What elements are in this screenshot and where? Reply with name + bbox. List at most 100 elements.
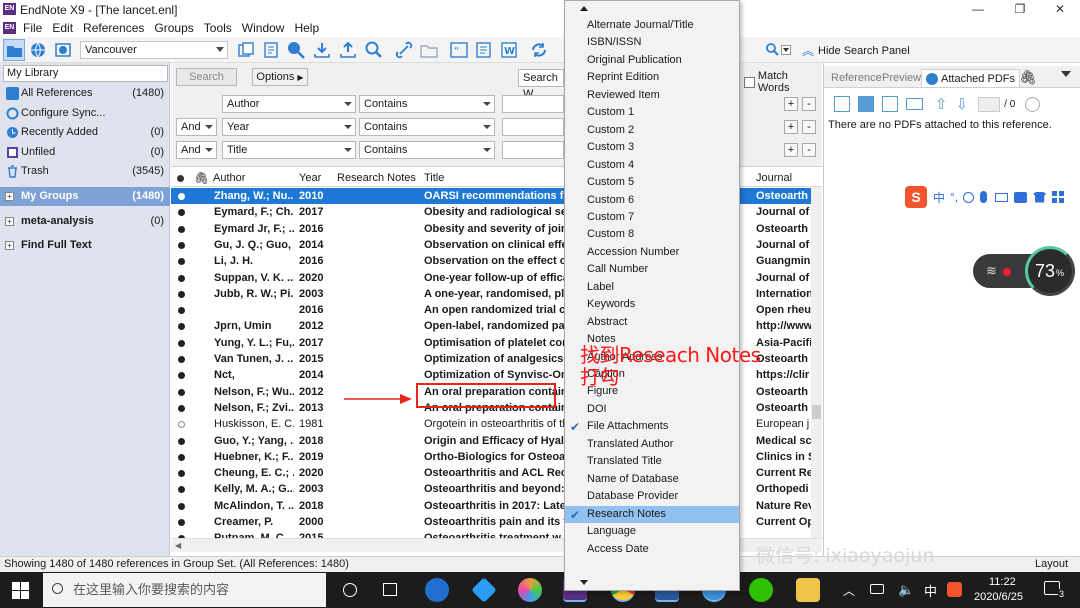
menu-item-name-of-database[interactable]: Name of Database [565, 471, 739, 489]
scrollbar-thumb[interactable] [812, 405, 821, 419]
layout-button[interactable]: Layout [1035, 557, 1068, 572]
menu-item-database-provider[interactable]: Database Provider [565, 488, 739, 506]
menu-item-translated-title[interactable]: Translated Title [565, 453, 739, 471]
menu-item-alternate-journal-title[interactable]: Alternate Journal/Title [565, 17, 739, 35]
print-icon[interactable] [882, 96, 898, 112]
menu-item-translated-author[interactable]: Translated Author [565, 436, 739, 454]
output-style-select[interactable]: Vancouver [80, 41, 228, 59]
column-research-notes[interactable]: Research Notes [337, 170, 416, 187]
arrow-up-icon[interactable]: ⇧ [935, 95, 948, 113]
menu-item-custom-1[interactable]: Custom 1 [565, 104, 739, 122]
search-field-select-3[interactable]: Title [222, 141, 356, 159]
menu-help[interactable]: Help [289, 19, 324, 37]
expand-icon[interactable]: + [5, 217, 14, 226]
color-app-icon[interactable] [518, 578, 542, 602]
menu-item-isbn-issn[interactable]: ISBN/ISSN [565, 34, 739, 52]
group-set-my-groups[interactable]: + My Groups (1480) [0, 187, 170, 206]
menu-item-original-publication[interactable]: Original Publication [565, 52, 739, 70]
local-library-mode-button[interactable] [3, 39, 25, 61]
menu-window[interactable]: Window [237, 19, 290, 37]
group-set-find-full-text[interactable]: + Find Full Text [0, 236, 170, 255]
word-icon[interactable]: W [499, 40, 519, 60]
insert-citation-icon[interactable]: “ [449, 40, 469, 60]
ime-lang-toggle[interactable]: 中 [933, 189, 945, 206]
menu-edit[interactable]: Edit [47, 19, 78, 37]
expand-icon[interactable]: + [5, 192, 14, 201]
scroll-down-icon[interactable] [580, 580, 588, 585]
match-words-checkbox[interactable] [744, 76, 755, 88]
sogou-logo-icon[interactable]: S [905, 186, 927, 208]
menu-item-language[interactable]: Language [565, 523, 739, 541]
column-title[interactable]: Title [424, 170, 444, 187]
windows-start-icon[interactable] [12, 582, 29, 599]
integrated-library-icon[interactable] [53, 40, 73, 60]
remove-row-button-3[interactable]: - [802, 143, 816, 157]
open-pdf-icon[interactable] [834, 96, 850, 112]
search-field-select-1[interactable]: Author [222, 95, 356, 113]
menu-item-access-date[interactable]: Access Date [565, 541, 739, 559]
tab-preview[interactable]: Preview [882, 69, 921, 87]
search-term-input-2[interactable] [502, 118, 564, 136]
keyboard-icon[interactable] [995, 192, 1009, 202]
open-link-icon[interactable] [394, 40, 414, 60]
paperclip-column-icon[interactable]: 🖇 [194, 170, 209, 187]
online-search-icon[interactable] [286, 40, 306, 60]
menu-file[interactable]: File [18, 19, 47, 37]
panel-menu-icon[interactable] [1061, 71, 1071, 77]
menu-item-custom-8[interactable]: Custom 8 [565, 226, 739, 244]
ime-punctuation-toggle[interactable]: °, [950, 190, 958, 204]
open-file-icon[interactable] [419, 40, 439, 60]
format-bibliography-icon[interactable] [474, 40, 494, 60]
online-search-mode-icon[interactable] [28, 40, 48, 60]
quick-search-icon[interactable] [765, 40, 779, 60]
group-recently-added[interactable]: Recently Added (0) [0, 123, 170, 142]
add-row-button-1[interactable]: + [784, 97, 798, 111]
bool-select-3[interactable]: And [176, 141, 217, 159]
menu-item-reviewed-item[interactable]: Reviewed Item [565, 87, 739, 105]
scroll-left-icon[interactable]: ◀ [175, 541, 181, 550]
file-explorer-icon[interactable] [796, 578, 820, 602]
menu-item-custom-6[interactable]: Custom 6 [565, 192, 739, 210]
volume-icon[interactable]: 🔈 [898, 582, 914, 598]
search-term-input-1[interactable] [502, 95, 564, 113]
email-icon[interactable] [906, 98, 923, 110]
read-status-column-icon[interactable] [177, 175, 184, 182]
add-row-button-2[interactable]: + [784, 120, 798, 134]
arrow-down-icon[interactable]: ⇩ [956, 95, 969, 113]
library-selector[interactable]: My Library [3, 65, 168, 82]
menu-item-custom-2[interactable]: Custom 2 [565, 122, 739, 140]
remove-row-button-2[interactable]: - [802, 120, 816, 134]
minimize-button[interactable]: — [963, 2, 993, 16]
export-icon[interactable] [338, 40, 358, 60]
sync-icon[interactable] [529, 40, 549, 60]
microphone-icon[interactable] [980, 191, 988, 203]
find-full-text-icon[interactable] [364, 40, 384, 60]
search-term-input-3[interactable] [502, 141, 564, 159]
remove-row-button-1[interactable]: - [802, 97, 816, 111]
wechat-app-icon[interactable] [749, 578, 773, 602]
menu-item-custom-4[interactable]: Custom 4 [565, 157, 739, 175]
menu-item-call-number[interactable]: Call Number [565, 261, 739, 279]
menu-references[interactable]: References [78, 19, 149, 37]
search-op-select-3[interactable]: Contains [359, 141, 495, 159]
skin-icon[interactable] [1033, 191, 1047, 203]
monitor-icon[interactable] [870, 584, 884, 594]
attach-file-icon[interactable]: 🖇 [1019, 69, 1037, 86]
vertical-scrollbar[interactable] [811, 187, 822, 538]
column-year[interactable]: Year [299, 170, 321, 187]
search-button[interactable]: Search [176, 68, 237, 86]
input-language-indicator[interactable]: 中 [924, 581, 937, 600]
import-icon[interactable] [312, 40, 332, 60]
bool-select-2[interactable]: And [176, 118, 217, 136]
save-icon[interactable] [858, 96, 874, 112]
menu-item-research-notes[interactable]: ✔ Research Notes [565, 505, 739, 524]
expand-icon[interactable]: + [5, 241, 14, 250]
search-field-select-2[interactable]: Year [222, 118, 356, 136]
menu-item-custom-5[interactable]: Custom 5 [565, 174, 739, 192]
menu-item-doi[interactable]: DOI [565, 401, 739, 419]
sogou-tray-icon[interactable] [947, 582, 962, 597]
menu-groups[interactable]: Groups [149, 19, 198, 37]
quick-search-dropdown[interactable] [781, 45, 791, 55]
group-all-references[interactable]: All References (1480) [0, 84, 170, 103]
menu-item-label[interactable]: Label [565, 279, 739, 297]
